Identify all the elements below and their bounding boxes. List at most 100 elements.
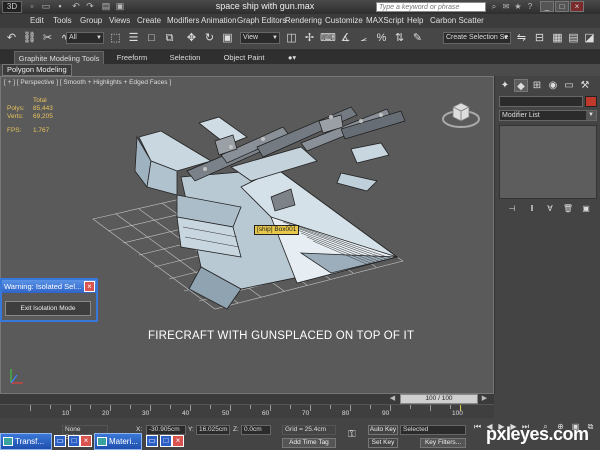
time-slider-thumb[interactable]: 100 / 100 xyxy=(400,394,478,404)
object-color-swatch[interactable] xyxy=(585,96,597,107)
close-icon[interactable]: × xyxy=(172,435,184,447)
menu-graph-editors[interactable]: Graph Editors xyxy=(237,16,286,25)
pin-stack-icon[interactable]: ⊣ xyxy=(505,203,519,215)
key-filters-button[interactable]: Key Filters... xyxy=(420,438,466,448)
make-unique-icon[interactable]: ∀ xyxy=(543,203,557,215)
show-end-result-icon[interactable]: ‖ xyxy=(525,203,539,215)
motion-tab-icon[interactable]: ◉ xyxy=(546,79,560,92)
spinner-snap-icon[interactable]: ⇅ xyxy=(392,31,407,46)
snaps-toggle-icon[interactable]: ∡ xyxy=(338,31,353,46)
viewport-label[interactable]: [ + ] [ Perspective ] [ Smooth + Highlig… xyxy=(4,79,171,86)
time-slider[interactable]: ◀ 100 / 100 ▶ xyxy=(0,394,494,404)
maximize-icon[interactable]: □ xyxy=(160,435,172,447)
window-crossing-icon[interactable]: ⧉ xyxy=(162,31,177,46)
select-object-icon[interactable]: ⬚ xyxy=(108,31,123,46)
taskbar-item-transform[interactable]: Transf... xyxy=(0,433,52,450)
menu-help[interactable]: Help xyxy=(407,16,423,25)
project-folder-icon[interactable]: ▣ xyxy=(114,1,126,12)
perspective-viewport[interactable]: [ + ] [ Perspective ] [ Smooth + Highlig… xyxy=(0,76,494,394)
menu-edit[interactable]: Edit xyxy=(30,16,44,25)
minimize-button[interactable]: _ xyxy=(540,1,554,12)
select-and-scale-icon[interactable]: ▣ xyxy=(220,31,235,46)
edit-named-selection-icon[interactable]: ✎ xyxy=(410,31,425,46)
modify-tab-icon[interactable]: ◆ xyxy=(514,79,528,92)
named-selection-dropdown[interactable]: Create Selection Se ▼ xyxy=(443,32,511,44)
unlink-icon[interactable]: ✂ xyxy=(40,31,55,46)
undo-icon[interactable]: ↶ xyxy=(70,1,82,12)
taskbar-item-material[interactable]: Materi... xyxy=(94,433,142,450)
menu-carbon-scatter[interactable]: Carbon Scatter xyxy=(430,16,484,25)
select-by-name-icon[interactable]: ☰ xyxy=(126,31,141,46)
modifier-list-dropdown[interactable]: Modifier List ▼ xyxy=(499,110,597,121)
hierarchy-tab-icon[interactable]: ⊞ xyxy=(530,79,544,92)
modifier-stack[interactable] xyxy=(499,125,597,199)
menu-customize[interactable]: Customize xyxy=(325,16,363,25)
utilities-tab-icon[interactable]: ⚒ xyxy=(578,79,592,92)
new-file-icon[interactable]: ▫ xyxy=(26,1,38,12)
restore-icon[interactable]: ▭ xyxy=(54,435,66,447)
menu-rendering[interactable]: Rendering xyxy=(285,16,322,25)
hold-icon[interactable]: ▤ xyxy=(100,1,112,12)
close-button[interactable]: × xyxy=(570,1,584,12)
tab-selection[interactable]: Selection xyxy=(162,51,208,64)
angle-snap-icon[interactable]: ⦟ xyxy=(356,31,371,46)
undo-icon[interactable]: ↶ xyxy=(4,31,19,46)
track-bar[interactable]: 10 20 30 40 50 60 70 80 90 100 xyxy=(0,404,494,418)
menu-create[interactable]: Create xyxy=(137,16,161,25)
go-to-start-icon[interactable]: ⏮ xyxy=(472,422,483,432)
object-name-field[interactable] xyxy=(499,96,583,107)
search-input[interactable]: Type a keyword or phrase xyxy=(376,2,486,12)
z-coord-field[interactable]: 0.0cm xyxy=(241,425,271,435)
set-key-button[interactable]: Set Key xyxy=(368,438,398,448)
restore-icon[interactable]: ▭ xyxy=(146,435,158,447)
percent-snap-icon[interactable]: % xyxy=(374,31,389,46)
select-and-link-icon[interactable]: ⛓ xyxy=(22,31,37,46)
app-menu-button[interactable]: 3D xyxy=(2,1,22,13)
help-icon[interactable]: ? xyxy=(525,2,535,12)
maximize-button[interactable]: □ xyxy=(555,1,569,12)
polygon-modeling-panel[interactable]: Polygon Modeling xyxy=(2,64,72,76)
viewcube-icon[interactable] xyxy=(441,97,481,131)
menu-views[interactable]: Views xyxy=(109,16,130,25)
exit-isolation-mode-button[interactable]: Exit Isolation Mode xyxy=(5,301,91,316)
favorites-icon[interactable]: ★ xyxy=(513,2,523,12)
display-tab-icon[interactable]: ▭ xyxy=(562,79,576,92)
menu-modifiers[interactable]: Modifiers xyxy=(167,16,199,25)
menu-tools[interactable]: Tools xyxy=(53,16,72,25)
curve-editor-icon[interactable]: ◪ xyxy=(582,31,597,46)
graphite-toggle-icon[interactable]: ▤ xyxy=(566,31,581,46)
select-and-move-icon[interactable]: ✥ xyxy=(184,31,199,46)
tab-object-paint[interactable]: Object Paint xyxy=(218,51,270,64)
communication-center-icon[interactable]: ✉ xyxy=(501,2,511,12)
configure-modifier-sets-icon[interactable]: ▣ xyxy=(579,203,593,215)
key-mode-dropdown[interactable]: Selected xyxy=(400,425,466,435)
selection-filter-dropdown[interactable]: All ▼ xyxy=(66,32,104,44)
tab-graphite-modeling-tools[interactable]: Graphite Modeling Tools xyxy=(14,51,104,64)
tab-freeform[interactable]: Freeform xyxy=(108,51,156,64)
layer-manager-icon[interactable]: ▦ xyxy=(550,31,565,46)
add-time-tag-button[interactable]: Add Time Tag xyxy=(282,438,336,448)
menu-animation[interactable]: Animation xyxy=(201,16,237,25)
y-coord-field[interactable]: 16.025cm xyxy=(196,425,230,435)
rectangular-selection-icon[interactable]: □ xyxy=(144,31,159,46)
remove-modifier-icon[interactable]: 🗑 xyxy=(561,203,575,215)
key-icon[interactable]: ⚿ xyxy=(348,429,356,440)
time-prev-arrow[interactable]: ◀ xyxy=(388,394,397,404)
mirror-icon[interactable]: ⇋ xyxy=(514,31,529,46)
ribbon-options-icon[interactable]: ●▾ xyxy=(284,51,300,64)
menu-group[interactable]: Group xyxy=(80,16,102,25)
close-icon[interactable]: × xyxy=(80,435,92,447)
maximize-icon[interactable]: □ xyxy=(68,435,80,447)
create-tab-icon[interactable]: ✦ xyxy=(498,79,512,92)
keyboard-shortcut-icon[interactable]: ⌨ xyxy=(320,31,336,46)
align-icon[interactable]: ⊟ xyxy=(532,31,547,46)
time-next-arrow[interactable]: ▶ xyxy=(480,394,489,404)
save-file-icon[interactable]: ▪ xyxy=(54,1,66,12)
select-and-rotate-icon[interactable]: ↻ xyxy=(202,31,217,46)
open-file-icon[interactable]: ▭ xyxy=(40,1,52,12)
menu-maxscript[interactable]: MAXScript xyxy=(366,16,404,25)
redo-icon[interactable]: ↷ xyxy=(84,1,96,12)
select-manipulate-icon[interactable]: ✢ xyxy=(302,31,317,46)
reference-coordinate-dropdown[interactable]: View ▼ xyxy=(240,32,280,44)
auto-key-button[interactable]: Auto Key xyxy=(368,425,398,435)
